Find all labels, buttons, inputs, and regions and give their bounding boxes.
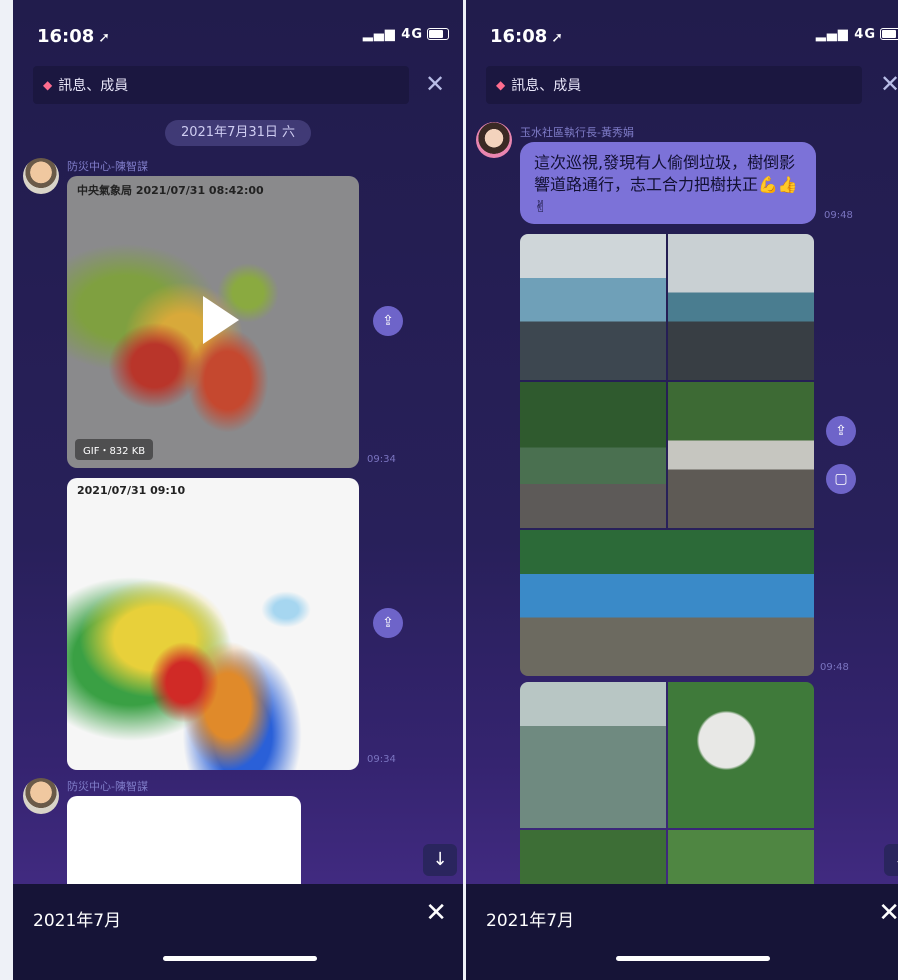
scroll-down-button[interactable]: ↓ (423, 844, 457, 876)
search-label: 訊息、成員 (511, 78, 582, 94)
close-search-button[interactable]: ✕ (880, 70, 898, 98)
close-button[interactable]: ✕ (425, 898, 447, 928)
share-icon: ⇪ (382, 313, 394, 329)
search-label: 訊息、成員 (58, 78, 129, 94)
signal-icon: ▂▄▆ 4G (815, 27, 876, 42)
location-arrow-icon: ➚ (551, 30, 564, 46)
status-bar: 16:08 ➚ ▂▄▆ 4G (13, 0, 463, 58)
home-indicator[interactable] (616, 956, 770, 961)
share-button[interactable]: ⇪ (373, 306, 403, 336)
sender-name: 玉水社區執行長-黃秀娟 (520, 126, 634, 139)
text-message-bubble[interactable]: 這次巡視,發現有人偷倒垃圾，樹倒影響道路通行，志工合力把樹扶正💪👍✌ (520, 142, 816, 224)
signal-icon: ▂▄▆ 4G (362, 27, 423, 42)
message-time: 09:34 (367, 454, 396, 465)
diamond-icon: ◆ (43, 78, 53, 92)
avatar[interactable] (23, 778, 59, 814)
photo-thumbnail[interactable] (520, 830, 666, 884)
photo-thumbnail[interactable] (668, 682, 814, 828)
sender-name: 防災中心-陳智謀 (67, 780, 148, 793)
avatar[interactable] (23, 158, 59, 194)
radar-caption: 2021/07/31 09:10 (77, 484, 186, 497)
close-button[interactable]: ✕ (878, 898, 898, 928)
photo-thumbnail[interactable] (668, 382, 814, 528)
search-bar[interactable]: ◆ 訊息、成員 (486, 66, 862, 104)
album-icon: ▢ (834, 471, 848, 487)
network-label: 4G (854, 27, 876, 42)
photo-thumbnail[interactable] (668, 234, 814, 380)
status-time: 16:08 ➚ (490, 26, 564, 47)
phone-screen-right: 16:08 ➚ ▂▄▆ 4G ◆ 訊息、成員 ✕ 玉水社區執行長-黃秀娟 這次巡視… (466, 0, 898, 980)
photo-thumbnail[interactable] (520, 234, 666, 380)
location-arrow-icon: ➚ (98, 30, 111, 46)
share-button[interactable]: ⇪ (373, 608, 403, 638)
radar-gif[interactable]: 中央氣象局 2021/07/31 08:42:00 GIF・832 KB (67, 176, 359, 468)
status-bar: 16:08 ➚ ▂▄▆ 4G (466, 0, 898, 58)
message-time: 09:48 (824, 210, 853, 221)
bottom-bar: 2021年7月 ✕ (466, 884, 898, 980)
message-time: 09:34 (367, 754, 396, 765)
message-time: 09:48 (820, 662, 849, 673)
avatar[interactable] (476, 122, 512, 158)
photo-thumbnail[interactable] (520, 382, 666, 528)
month-label: 2021年7月 (486, 911, 575, 931)
scroll-down-button[interactable]: ↓ (884, 844, 898, 876)
share-icon: ⇪ (835, 423, 847, 439)
diamond-icon: ◆ (496, 78, 506, 92)
sender-name: 防災中心-陳智謀 (67, 160, 148, 173)
bottom-bar: 2021年7月 ✕ (13, 884, 463, 980)
radar-image[interactable]: 2021/07/31 09:10 (67, 478, 359, 770)
share-icon: ⇪ (382, 615, 394, 631)
close-search-button[interactable]: ✕ (425, 70, 445, 98)
date-divider: 2021年7月31日 六 (165, 120, 311, 146)
battery-icon (880, 28, 898, 40)
photo-thumbnail[interactable] (520, 530, 814, 676)
share-button[interactable]: ⇪ (826, 416, 856, 446)
phone-screen-left: 16:08 ➚ ▂▄▆ 4G ◆ 訊息、成員 ✕ 2021年7月31日 六 防災中… (13, 0, 463, 980)
gif-size-badge: GIF・832 KB (75, 439, 154, 460)
map-image[interactable] (67, 796, 301, 884)
album-button[interactable]: ▢ (826, 464, 856, 494)
home-indicator[interactable] (163, 956, 317, 961)
battery-icon (427, 28, 449, 40)
network-label: 4G (401, 27, 423, 42)
status-time: 16:08 ➚ (37, 26, 111, 47)
arrow-down-icon: ↓ (893, 849, 898, 870)
gif-caption: 中央氣象局 2021/07/31 08:42:00 (77, 184, 264, 197)
month-label: 2021年7月 (33, 911, 122, 931)
arrow-down-icon: ↓ (432, 849, 448, 870)
photo-thumbnail[interactable] (668, 830, 814, 884)
photo-thumbnail[interactable] (520, 682, 666, 828)
play-icon[interactable] (203, 296, 239, 344)
search-bar[interactable]: ◆ 訊息、成員 (33, 66, 409, 104)
